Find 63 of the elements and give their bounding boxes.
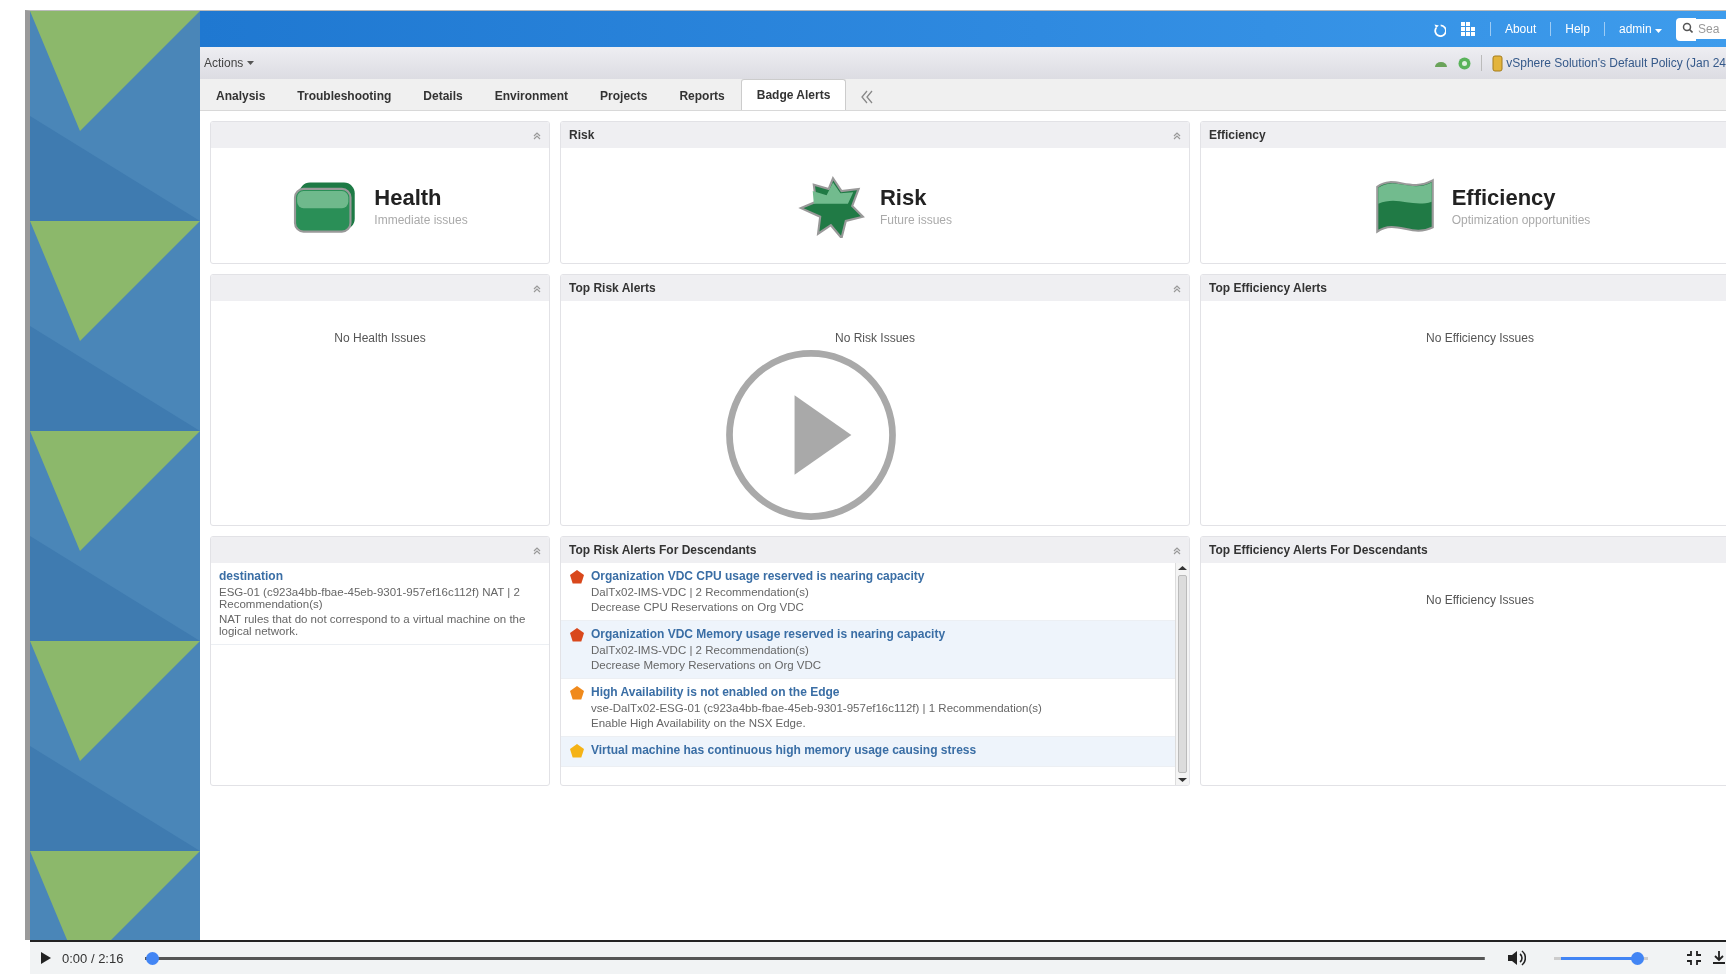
badge-subtitle: Immediate issues [374,212,468,227]
tab[interactable]: Environment [478,81,585,110]
alert-row[interactable]: Virtual machine has continuous high memory usage causing stress [561,737,1175,767]
collapse-icon[interactable] [533,130,541,140]
alert-detail: DalTx02-IMS-VDC | 2 Recommendation(s) [591,586,810,598]
alert-detail: Decrease CPU Reservations on Org VDC [591,601,805,613]
badge-name: Risk [880,184,928,211]
alert-detail: NAT rules that do not correspond to a virtual machine on the logical network. [219,613,527,637]
badge-name: Efficiency [1451,184,1557,211]
policy-link[interactable]: vSphere Solution's Default Policy (Jan 24 [1492,54,1726,72]
tab[interactable]: Troubleshooting [281,81,408,110]
alert-link[interactable]: Organization VDC CPU usage reserved is nearing capacity [591,569,925,583]
alert-link[interactable]: destination [219,569,541,583]
alert-link[interactable]: Organization VDC Memory usage reserved is nearing capacity [591,627,946,641]
alert-row[interactable]: Organization VDC Memory usage reserved is nearing capacity DalTx02-IMS-VDC | 2 Recommendation(s) Decrease Memory Reservations on Org VDC [561,621,1175,679]
empty-message: No Efficiency Issues [1426,331,1534,345]
exit-fullscreen-icon[interactable] [1686,950,1702,966]
tab[interactable]: Projects [584,81,664,110]
collapse-icon[interactable] [533,283,541,293]
tab[interactable]: Badge Alerts [740,79,847,110]
panel-title: Top Risk Alerts [569,281,657,295]
play-icon[interactable] [40,951,52,965]
panel-title: Efficiency [1209,128,1267,142]
alert-link[interactable]: High Availability is not enabled on the Edge [591,685,1042,699]
collapse-icon[interactable] [1173,545,1181,555]
alert-detail: ESG-01 (c923a4bb-fbae-45eb-9301-957ef16c112f) NAT | 2 Recommendation(s) [219,586,521,610]
search-field[interactable]: Sea [1696,19,1726,39]
panel-title: Top Efficiency Alerts For Descendants [1209,543,1429,557]
alert-detail: Enable High Availability on the NSX Edge. [591,717,807,729]
empty-message: No Risk Issues [835,331,915,345]
time-display: 0:00 / 2:16 [62,950,124,966]
panel-title: Top Efficiency Alerts [1209,281,1329,295]
download-icon[interactable] [1712,951,1726,965]
collapse-icon[interactable] [860,90,875,104]
actions-menu[interactable]: Actions [204,56,255,70]
tab[interactable]: Reports [663,81,741,110]
collapse-icon[interactable] [1173,283,1181,293]
tab[interactable]: Details [407,81,479,110]
alert-detail: Decrease Memory Reservations on Org VDC [591,659,823,671]
tab[interactable]: Analysis [200,81,282,110]
volume-thumb[interactable] [1631,951,1644,965]
scroll-down-icon[interactable] [1176,775,1189,785]
panel-title: Top Risk Alerts For Descendants [569,543,758,557]
badge-name: Health [374,184,443,211]
alert-link[interactable]: Virtual machine has continuous high memory usage causing stress [591,743,977,757]
grid-icon[interactable] [1459,21,1476,37]
status-icon[interactable] [1458,56,1472,70]
empty-message: No Health Issues [334,331,426,345]
scrollbar[interactable] [1175,563,1189,785]
empty-message: No Efficiency Issues [1426,593,1534,607]
policy-icon [1492,54,1504,72]
badge-subtitle: Optimization opportunities [1451,212,1591,227]
panel-title: Risk [569,128,596,142]
collapse-icon[interactable] [1173,130,1181,140]
alert-detail: vse-DalTx02-ESG-01 (c923a4bb-fbae-45eb-9301-957ef16c112f) | 1 Recommendation(s) [591,702,1042,714]
caret-icon [1655,29,1662,33]
progress-thumb[interactable] [146,951,160,965]
collapse-icon[interactable] [533,545,541,555]
search-icon [1676,17,1696,41]
alert-detail: DalTx02-IMS-VDC | 2 Recommendation(s) [591,644,810,656]
caret-icon [247,61,255,65]
badge-subtitle: Future issues [880,212,952,227]
volume-icon[interactable] [1507,949,1526,967]
